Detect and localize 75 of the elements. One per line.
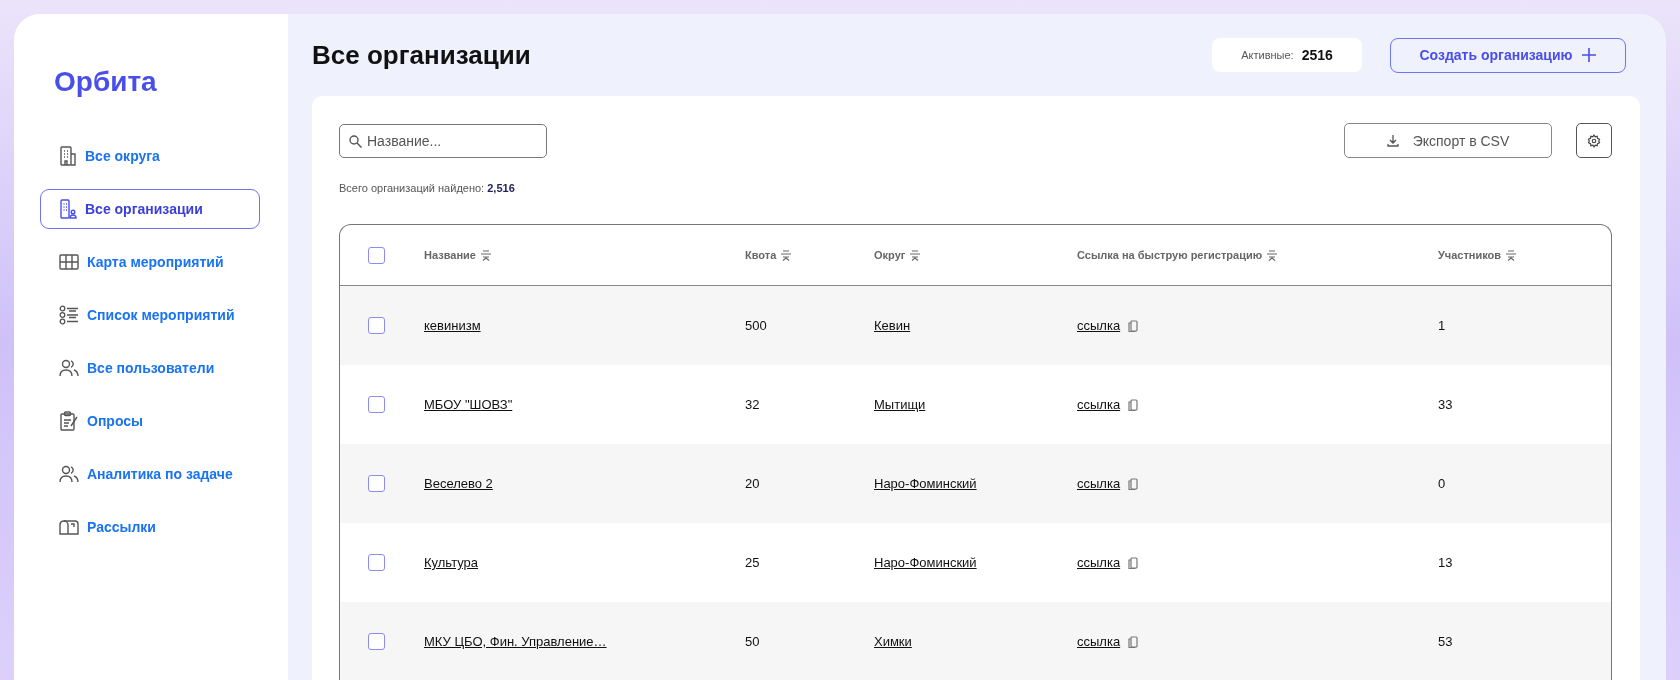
total-found-text: Всего организаций найдено: 2,516 <box>339 182 516 194</box>
table-cell: 50 <box>745 634 760 649</box>
building-person-icon <box>59 199 77 219</box>
district-link[interactable]: Наро-Фоминский <box>874 555 977 570</box>
table-cell: 500 <box>745 318 767 333</box>
users-icon <box>59 359 79 377</box>
users-icon <box>59 465 79 483</box>
table-cell: 20 <box>745 476 760 491</box>
sort-icon <box>1267 249 1278 261</box>
sort-icon <box>480 249 491 261</box>
district-link[interactable]: Химки <box>874 634 912 649</box>
table-cell: 25 <box>745 555 760 570</box>
building-icon <box>59 146 77 166</box>
table-cell: 33 <box>1438 397 1453 412</box>
copy-icon[interactable] <box>1128 477 1139 490</box>
row-checkbox[interactable] <box>368 633 385 650</box>
mailbox-icon <box>59 519 79 535</box>
row-checkbox[interactable] <box>368 554 385 571</box>
active-label: Активные: <box>1241 49 1294 61</box>
organization-link[interactable]: Культура <box>424 555 479 570</box>
table-cell: 32 <box>745 397 760 412</box>
district-link[interactable]: Кевин <box>874 318 911 333</box>
clipboard-icon <box>59 411 79 431</box>
copy-icon[interactable] <box>1128 556 1139 569</box>
select-all-checkbox[interactable] <box>368 246 385 264</box>
registration-link[interactable]: ссылка <box>1077 318 1121 333</box>
sort-icon <box>1506 249 1517 261</box>
column-header[interactable]: Квота <box>745 249 874 261</box>
plus-icon <box>1582 48 1597 62</box>
sidebar-item[interactable]: Карта мероприятий <box>40 242 260 282</box>
sidebar-item[interactable]: Все округа <box>40 136 260 176</box>
organization-link[interactable]: Веселево 2 <box>424 476 493 491</box>
organization-link[interactable]: МБОУ "ШОВЗ" <box>424 397 513 412</box>
sort-icon <box>781 249 792 261</box>
sidebar-item[interactable]: Рассылки <box>40 507 260 547</box>
district-link[interactable]: Мытищи <box>874 397 926 412</box>
sidebar-item[interactable]: Все организации <box>40 189 260 229</box>
table-cell: 53 <box>1438 634 1453 649</box>
registration-link[interactable]: ссылка <box>1077 555 1121 570</box>
download-icon <box>1386 134 1399 147</box>
table-cell: 13 <box>1438 555 1453 570</box>
row-checkbox[interactable] <box>368 475 385 492</box>
registration-link[interactable]: ссылка <box>1077 476 1121 491</box>
district-link[interactable]: Наро-Фоминский <box>874 476 977 491</box>
checklist-icon <box>59 305 79 325</box>
row-checkbox[interactable] <box>368 317 385 334</box>
sidebar-item[interactable]: Список мероприятий <box>40 295 260 335</box>
copy-icon[interactable] <box>1128 398 1139 411</box>
table-cell: 1 <box>1438 318 1446 333</box>
search-icon <box>349 134 362 148</box>
settings-icon <box>1587 133 1601 148</box>
copy-icon[interactable] <box>1128 635 1139 648</box>
copy-icon[interactable] <box>1128 319 1139 332</box>
sort-icon <box>910 249 921 261</box>
organization-link[interactable]: кевинизм <box>424 318 481 333</box>
active-count: 2516 <box>1301 47 1333 63</box>
organization-link[interactable]: МКУ ЦБО, Фин. Управление… <box>424 634 607 649</box>
registration-link[interactable]: ссылка <box>1077 634 1121 649</box>
create-organization-button[interactable]: Создать организацию <box>1390 37 1626 73</box>
column-header[interactable]: Округ <box>874 249 1077 261</box>
column-header[interactable]: Ссылка на быструю регистрацию <box>1077 249 1438 261</box>
sidebar-item[interactable]: Опросы <box>40 401 260 441</box>
row-checkbox[interactable] <box>368 396 385 413</box>
map-icon <box>59 253 79 271</box>
column-header[interactable]: Название <box>424 249 745 261</box>
sidebar-item[interactable]: Все пользователи <box>40 348 260 388</box>
column-header[interactable]: Участников <box>1438 249 1611 261</box>
page-title: Все организации <box>312 39 532 71</box>
table-cell: 0 <box>1438 476 1446 491</box>
export-csv-button[interactable]: Экспорт в CSV <box>1344 123 1552 158</box>
settings-button[interactable] <box>1576 123 1612 158</box>
registration-link[interactable]: ссылка <box>1077 397 1121 412</box>
app-logo: Орбита <box>54 66 158 98</box>
search-field[interactable]: Название... <box>339 123 547 158</box>
sidebar-item[interactable]: Аналитика по задаче <box>40 454 260 494</box>
